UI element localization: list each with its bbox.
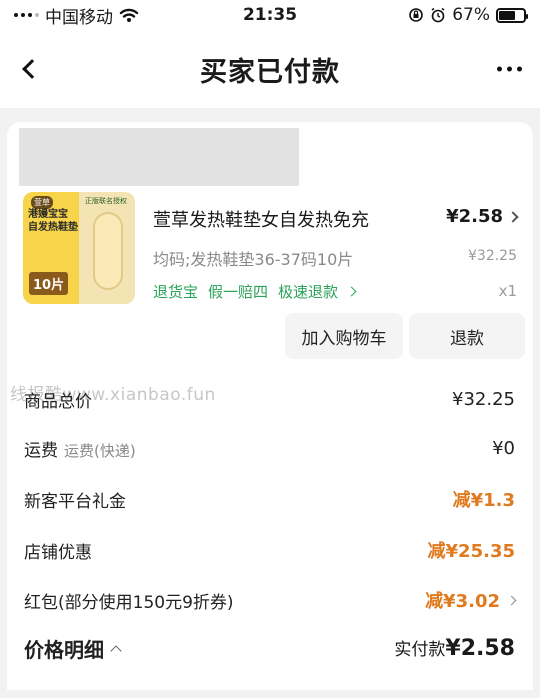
wifi-icon: [119, 8, 139, 22]
row-sublabel: 运费(快递): [64, 441, 136, 460]
battery-percentage: 67%: [452, 5, 490, 25]
status-bar: 中国移动 21:35 67%: [0, 0, 540, 30]
thumb-line2: 自发热鞋垫: [28, 222, 78, 233]
service-tag: 假一赔四: [208, 283, 269, 301]
back-button[interactable]: [14, 54, 44, 84]
thumb-tag: 萱草: [31, 196, 53, 209]
chevron-left-icon: [22, 59, 42, 79]
product-quantity: x1: [498, 282, 517, 300]
carrier-name: 中国移动: [45, 7, 113, 28]
service-tag: 极速退款: [278, 283, 339, 301]
paid-amount: ¥2.58: [445, 636, 515, 661]
row-label: 商品总价: [24, 391, 92, 412]
nav-bar: 买家已付款: [0, 30, 540, 108]
price-card: 线报酷www.xianbao.fun 商品总价 ¥32.25 运费 运费(快递) …: [7, 370, 533, 690]
refund-button[interactable]: 退款: [409, 313, 525, 359]
chevron-right-icon: [346, 286, 357, 297]
battery-icon: [496, 7, 528, 23]
product-image[interactable]: 萱草 港嫚宝宝 自发热鞋垫 正版联名授权 10片: [23, 192, 135, 304]
paid-label: 实付款: [394, 640, 446, 660]
more-button[interactable]: [497, 66, 522, 72]
more-dots-icon: [497, 66, 502, 72]
product-price: ¥2.58: [446, 206, 503, 227]
row-label: 店铺优惠: [24, 542, 92, 563]
row-value: 减¥1.3: [452, 490, 515, 511]
alarm-icon: [431, 7, 445, 23]
service-tag: 退货宝: [153, 283, 199, 301]
chevron-right-icon: [506, 595, 517, 605]
paid-total: 实付款 ¥2.58: [394, 635, 515, 661]
row-value: 减¥3.02: [425, 591, 500, 612]
thumb-count: 10片: [29, 272, 69, 295]
thumb-brand: 正版联名授权: [85, 197, 127, 205]
row-value: ¥32.25: [452, 388, 515, 410]
status-time: 21:35: [242, 5, 298, 25]
row-label: 运费: [24, 440, 58, 461]
row-value: 减¥25.35: [427, 541, 515, 562]
row-label: 新客平台礼金: [24, 491, 126, 512]
price-detail-row: 价格明细 实付款 ¥2.58: [24, 633, 515, 663]
price-row-red-packet[interactable]: 红包(部分使用150元9折券) 减¥3.02: [24, 585, 517, 615]
product-title[interactable]: 萱草发热鞋垫女自发热免充: [153, 206, 423, 232]
thumb-line1: 港嫚宝宝: [28, 209, 68, 220]
price-detail-toggle[interactable]: 价格明细: [24, 634, 122, 663]
chevron-up-icon: [110, 644, 122, 657]
status-left: 中国移动: [14, 3, 139, 28]
detail-label: 价格明细: [24, 637, 104, 662]
order-card: 萱草 港嫚宝宝 自发热鞋垫 正版联名授权 10片 萱草发热鞋垫女自发热免充 ¥2…: [7, 122, 533, 370]
price-row-shipping: 运费 运费(快递) ¥0: [24, 433, 515, 463]
product-spec: 均码;发热鞋垫36-37码10片: [153, 250, 354, 269]
insole-image: [93, 212, 123, 290]
original-price: ¥32.25: [468, 248, 517, 264]
row-label: 红包(部分使用150元9折券): [24, 592, 234, 613]
row-value: ¥0: [492, 437, 515, 459]
add-to-cart-button[interactable]: 加入购物车: [285, 313, 403, 359]
price-row-total: 商品总价 ¥32.25: [24, 384, 515, 414]
service-tags[interactable]: 退货宝 假一赔四 极速退款: [153, 281, 357, 302]
page-title: 买家已付款: [200, 56, 340, 88]
price-row-newcomer-gift: 新客平台礼金 减¥1.3: [24, 484, 515, 514]
price-row-shop-discount: 店铺优惠 减¥25.35: [24, 535, 515, 565]
status-right: 67%: [408, 5, 528, 25]
chevron-right-icon: [507, 210, 519, 223]
product-price-link[interactable]: ¥2.58: [446, 206, 519, 227]
signal-icon: [14, 13, 39, 17]
redacted-shop-name: [19, 128, 299, 186]
orientation-lock-icon: [409, 8, 424, 22]
